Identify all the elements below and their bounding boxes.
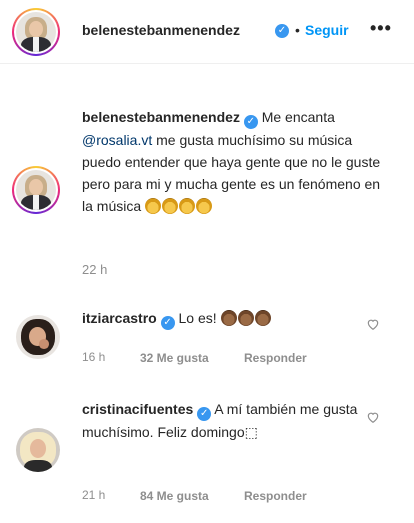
avatar-border [14,10,58,54]
comment-likes[interactable]: 32 Me gusta [140,351,209,365]
verified-badge-icon: ✓ [243,115,258,129]
verified-badge-icon: ✓ [160,316,175,330]
heart-outline-icon[interactable] [366,317,380,331]
reply-button[interactable]: Responder [244,351,307,365]
avatar-border [14,168,58,212]
clapping-hands-emoji [220,310,237,326]
caption-text-before: Me encanta [261,109,335,125]
reply-label: Responder [244,489,307,503]
caption-username[interactable]: belenestebanmenendez [82,109,240,125]
follow-button[interactable]: Seguir [305,22,349,38]
comment-likes[interactable]: 84 Me gusta [140,489,209,503]
comment-avatar[interactable] [16,315,60,359]
comment-body: cristinacifuentes ✓ A mí también me gust… [82,398,360,443]
likes-count: 32 Me gusta [140,351,209,365]
comment-time[interactable]: 16 h [82,350,105,364]
comment-avatar[interactable] [16,428,60,472]
post-caption: belenestebanmenendez ✓ Me encanta @rosal… [82,106,382,217]
avatar-photo [16,170,56,210]
comment-username[interactable]: itziarcastro [82,310,157,326]
clapping-hands-emoji [196,198,213,214]
post-header: belenestebanmenendez ✓ • Seguir ••• [0,0,414,64]
more-options-button[interactable]: ••• [370,18,392,39]
clapping-hands-emoji [145,198,162,214]
likes-count: 84 Me gusta [140,489,209,503]
header-separator: • [295,22,300,38]
caption-mention[interactable]: @rosalia.vt [82,132,152,148]
caption-avatar[interactable] [12,166,60,214]
reply-label: Responder [244,351,307,365]
clapping-hands-emoji [254,310,271,326]
verified-badge-icon: ✓ [275,24,289,38]
caption-time[interactable]: 22 h [82,262,107,277]
header-username[interactable]: belenestebanmenendez [82,22,240,38]
heart-outline-icon[interactable] [366,410,380,424]
clapping-hands-emoji [162,198,179,214]
clapping-hands-emoji [237,310,254,326]
header-avatar[interactable] [12,8,60,56]
comment-username[interactable]: cristinacifuentes [82,401,193,417]
verified-badge-icon: ✓ [197,407,212,421]
reply-button[interactable]: Responder [244,489,307,503]
clapping-hands-emoji [179,198,196,214]
comment-body: itziarcastro ✓ Lo es! [82,307,362,330]
comment-text: Lo es! [178,310,221,326]
avatar-photo [16,12,56,52]
comment-time[interactable]: 21 h [82,488,105,502]
